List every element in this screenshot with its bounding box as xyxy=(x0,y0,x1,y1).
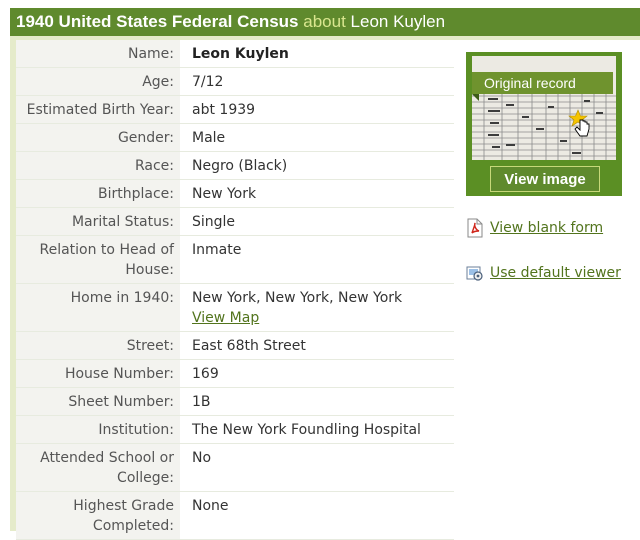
field-label-home-1940: Home in 1940: xyxy=(16,284,180,331)
about-word: about xyxy=(303,12,346,31)
field-label-age: Age: xyxy=(16,68,180,95)
field-value-house-number: 169 xyxy=(192,366,219,382)
field-value-birthplace: New York xyxy=(192,186,257,202)
original-record-thumbnail[interactable]: Original record View image xyxy=(466,52,622,196)
field-label-name: Name: xyxy=(16,40,180,67)
table-row: Age: 7/12 xyxy=(16,68,454,96)
home-location-text: New York, New York, New York xyxy=(192,290,403,306)
field-label-relation: Relation to Head of House: xyxy=(16,236,180,283)
field-label-sheet-number: Sheet Number: xyxy=(16,388,180,415)
use-default-viewer-label[interactable]: Use default viewer xyxy=(490,265,621,281)
field-value-relation: Inmate xyxy=(192,242,242,258)
table-row: Marital Status: Single xyxy=(16,208,454,236)
field-value-race: Negro (Black) xyxy=(192,158,288,174)
use-default-viewer-link[interactable]: Use default viewer xyxy=(466,263,621,283)
field-label-street: Street: xyxy=(16,332,180,359)
field-label-house-number: House Number: xyxy=(16,360,180,387)
table-row: Highest Grade Completed: None xyxy=(16,492,454,540)
view-image-button[interactable]: View image xyxy=(490,166,600,192)
table-row: Sheet Number: 1B xyxy=(16,388,454,416)
field-label-race: Race: xyxy=(16,152,180,179)
collection-title: 1940 United States Federal Census xyxy=(16,12,299,31)
person-name: Leon Kuylen xyxy=(350,12,446,31)
table-row: Institution: The New York Foundling Hosp… xyxy=(16,416,454,444)
pdf-icon xyxy=(466,218,484,238)
ribbon-fold xyxy=(472,94,479,101)
table-row: Street: East 68th Street xyxy=(16,332,454,360)
table-row: Birthplace: New York xyxy=(16,180,454,208)
field-value-highest-grade: None xyxy=(192,498,229,514)
table-row: Relation to Head of House: Inmate xyxy=(16,236,454,284)
field-value-street: East 68th Street xyxy=(192,338,306,354)
table-row: Gender: Male xyxy=(16,124,454,152)
field-label-birth-year: Estimated Birth Year: xyxy=(16,96,180,123)
original-record-ribbon: Original record xyxy=(472,72,613,94)
view-map-link[interactable]: View Map xyxy=(192,308,454,328)
table-row: Estimated Birth Year: abt 1939 xyxy=(16,96,454,124)
field-label-institution: Institution: xyxy=(16,416,180,443)
field-label-attended-school: Attended School or College: xyxy=(16,444,180,491)
view-blank-form-label[interactable]: View blank form xyxy=(490,220,603,236)
table-row: Race: Negro (Black) xyxy=(16,152,454,180)
viewer-icon xyxy=(466,263,484,283)
view-blank-form-link[interactable]: View blank form xyxy=(466,218,603,238)
field-label-gender: Gender: xyxy=(16,124,180,151)
field-label-marital-status: Marital Status: xyxy=(16,208,180,235)
page-header: 1940 United States Federal Census about … xyxy=(10,8,640,36)
table-row: House Number: 169 xyxy=(16,360,454,388)
field-label-highest-grade: Highest Grade Completed: xyxy=(16,492,180,539)
table-row: Attended School or College: No xyxy=(16,444,454,492)
field-label-birthplace: Birthplace: xyxy=(16,180,180,207)
field-value-birth-year: abt 1939 xyxy=(192,102,256,118)
table-row: Name: Leon Kuylen xyxy=(16,40,454,68)
field-value-age: 7/12 xyxy=(192,74,224,90)
field-value-institution: The New York Foundling Hospital xyxy=(192,422,421,438)
field-value-gender: Male xyxy=(192,130,226,146)
field-value-attended-school: No xyxy=(192,450,212,466)
census-sheet-image[interactable]: Original record xyxy=(472,56,616,160)
table-row: Home in 1940: New York, New York, New Yo… xyxy=(16,284,454,332)
field-value-home-1940: New York, New York, New York View Map xyxy=(180,284,454,331)
field-value-name: Leon Kuylen xyxy=(192,46,289,62)
field-value-marital-status: Single xyxy=(192,214,236,230)
field-value-sheet-number: 1B xyxy=(192,394,211,410)
record-table: Name: Leon Kuylen Age: 7/12 Estimated Bi… xyxy=(16,40,454,540)
